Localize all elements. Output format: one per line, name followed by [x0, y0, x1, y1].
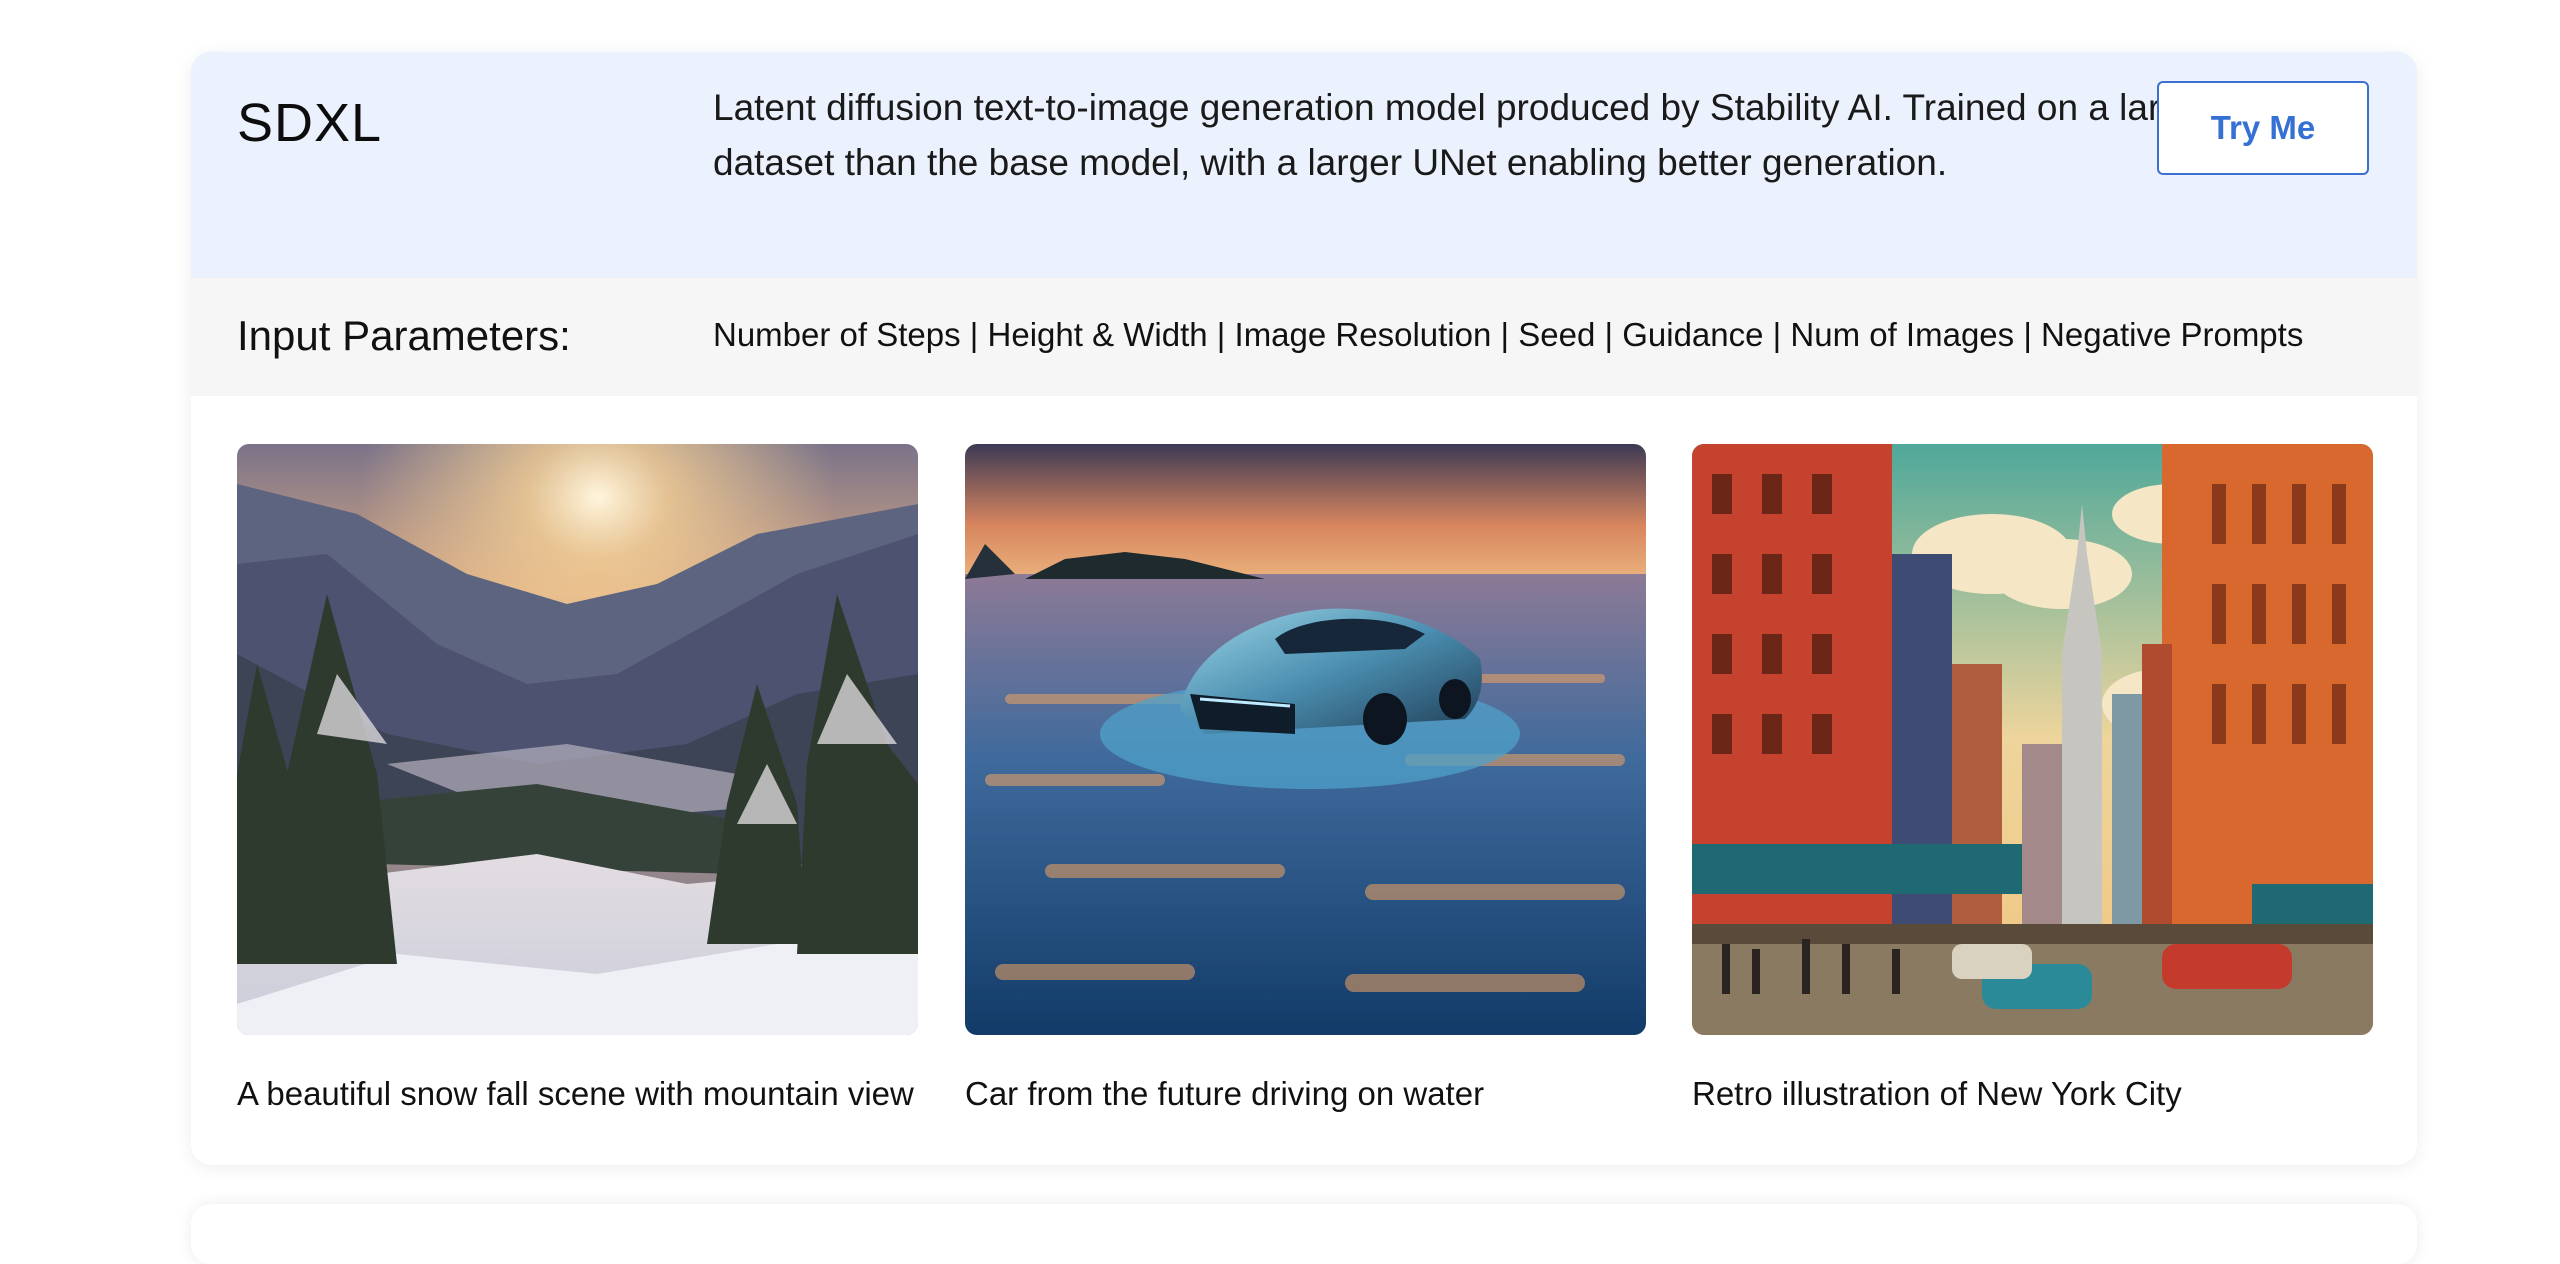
retro-new-york-city-image: [1692, 444, 2373, 1035]
input-parameters-list: Number of Steps | Height & Width | Image…: [713, 316, 2304, 353]
gallery-item-car: Car from the future driving on water: [965, 444, 1646, 1113]
snowy-mountain-sunset-image: [237, 444, 918, 1035]
try-me-button[interactable]: Try Me: [2157, 81, 2369, 175]
gallery-item-snow: A beautiful snow fall scene with mountai…: [237, 444, 918, 1113]
input-parameters-label: Input Parameters:: [237, 312, 571, 359]
model-header: SDXL Latent diffusion text-to-image gene…: [191, 52, 2417, 278]
gallery-caption: Retro illustration of New York City: [1692, 1075, 2182, 1112]
model-card: SDXL Latent diffusion text-to-image gene…: [191, 52, 2417, 1165]
gallery-item-nyc: Retro illustration of New York City: [1692, 444, 2373, 1113]
input-parameters-row: Input Parameters: Number of Steps | Heig…: [191, 278, 2417, 396]
gallery-caption: Car from the future driving on water: [965, 1075, 1485, 1112]
model-description: Latent diffusion text-to-image generatio…: [713, 87, 2214, 183]
gallery-caption: A beautiful snow fall scene with mountai…: [237, 1075, 914, 1112]
next-model-card: [191, 1204, 2417, 1264]
futuristic-car-on-water-image: [965, 444, 1646, 1035]
model-title: SDXL: [237, 93, 383, 153]
